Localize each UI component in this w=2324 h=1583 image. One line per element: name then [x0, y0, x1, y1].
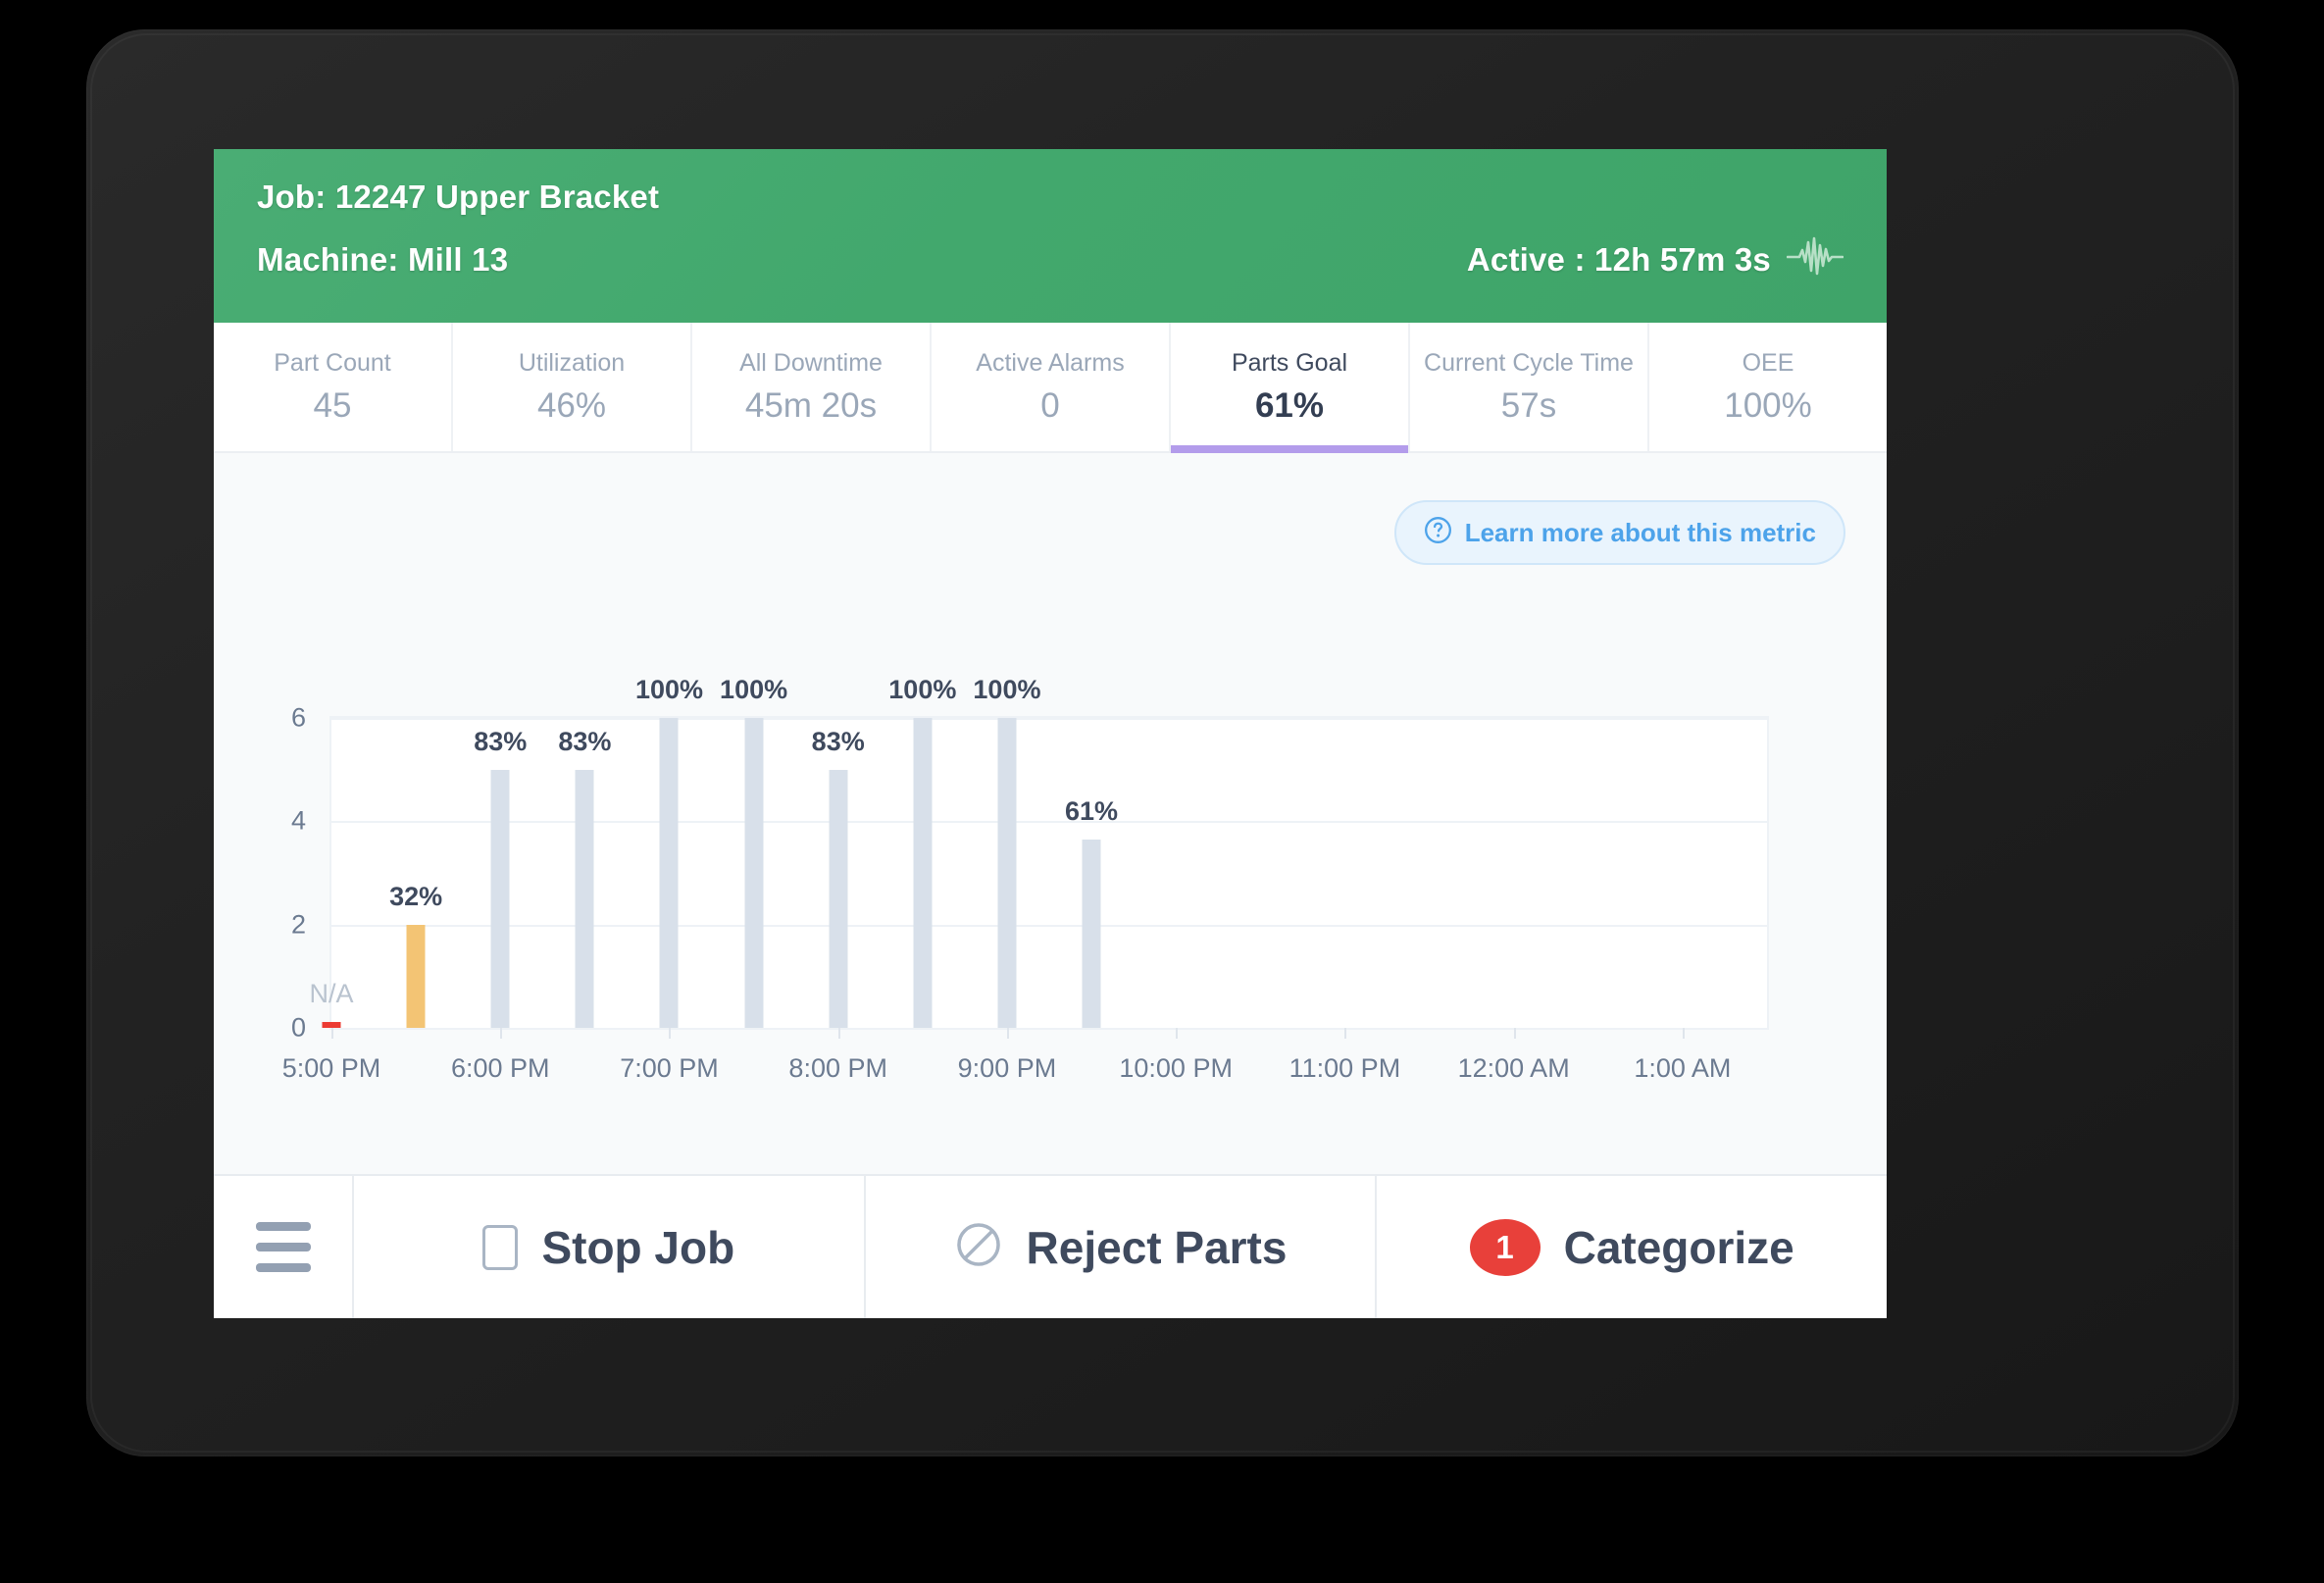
metric-tab-part-count[interactable]: Part Count 45	[214, 323, 453, 451]
y-axis-tick-label: 0	[290, 1012, 306, 1043]
job-title: Job: 12247 Upper Bracket	[257, 179, 660, 215]
metric-tab-value: 61%	[1254, 385, 1325, 425]
chart-bar-value-label: 61%	[1065, 795, 1119, 826]
categorize-count-badge: 1	[1469, 1218, 1541, 1276]
x-axis-tick-label: 7:00 PM	[620, 1053, 719, 1083]
chart-gridline	[331, 924, 1767, 927]
chart-bar[interactable]	[829, 769, 848, 1028]
metric-tab-label: All Downtime	[739, 348, 883, 377]
chart-bar[interactable]	[1082, 839, 1101, 1028]
metric-tab-current-cycle-time[interactable]: Current Cycle Time 57s	[1410, 323, 1649, 451]
chart-bar-value-label: 83%	[811, 726, 865, 756]
chart-bar-value-label: 32%	[389, 881, 443, 911]
question-circle-icon	[1424, 516, 1452, 549]
y-axis-tick-label: 4	[290, 805, 306, 836]
x-axis-tick-label: 5:00 PM	[281, 1053, 381, 1083]
chart-bar[interactable]	[406, 924, 426, 1028]
x-axis-tick-mark	[837, 1028, 840, 1039]
x-axis-tick-mark	[1176, 1028, 1179, 1039]
x-axis-tick-mark	[1344, 1028, 1347, 1039]
app-screen: Job: 12247 Upper Bracket Machine: Mill 1…	[214, 149, 1887, 1318]
waveform-pulse-icon	[1786, 236, 1844, 282]
metric-tab-value: 0	[1040, 385, 1060, 425]
metric-tab-value: 45m 20s	[744, 385, 878, 425]
active-status-group: Active : 12h 57m 3s	[1467, 236, 1844, 282]
chart-bar[interactable]	[322, 1022, 341, 1028]
metric-tabs[interactable]: Part Count 45 Utilization 46% All Downtime 45…	[214, 323, 1887, 453]
chart-bar[interactable]	[744, 718, 764, 1028]
x-axis-tick-label: 9:00 PM	[957, 1053, 1057, 1083]
x-axis-tick-mark	[331, 1028, 333, 1039]
no-entry-icon	[954, 1220, 1003, 1274]
header-row-machine: Machine: Mill 13 Active : 12h 57m 3s	[257, 236, 1844, 282]
metric-tab-value: 57s	[1500, 385, 1557, 425]
x-axis-tick-mark	[500, 1028, 503, 1039]
metric-tab-all-downtime[interactable]: All Downtime 45m 20s	[692, 323, 932, 451]
stop-job-button[interactable]: Stop Job	[354, 1176, 866, 1318]
action-button-label: Categorize	[1563, 1221, 1794, 1273]
chart-bar[interactable]	[997, 718, 1017, 1028]
metric-tab-utilization[interactable]: Utilization 46%	[453, 323, 692, 451]
metric-tab-active-alarms[interactable]: Active Alarms 0	[932, 323, 1171, 451]
action-button-label: Stop Job	[541, 1221, 735, 1273]
chart-gridline	[331, 821, 1767, 824]
learn-more-button[interactable]: Learn more about this metric	[1393, 500, 1845, 565]
metric-tab-oee[interactable]: OEE 100%	[1649, 323, 1887, 451]
metric-tab-label: Part Count	[274, 348, 391, 377]
x-axis-tick-label: 8:00 PM	[788, 1053, 887, 1083]
metric-tab-label: Current Cycle Time	[1424, 348, 1634, 377]
x-axis-tick-mark	[1682, 1028, 1685, 1039]
x-axis-tick-label: 12:00 AM	[1457, 1053, 1570, 1083]
metric-tab-label: Active Alarms	[976, 348, 1125, 377]
x-axis-tick-label: 6:00 PM	[450, 1053, 550, 1083]
x-axis-tick-label: 11:00 PM	[1288, 1053, 1401, 1083]
x-axis-tick-label: 1:00 AM	[1634, 1053, 1732, 1083]
metric-tab-parts-goal[interactable]: Parts Goal 61%	[1171, 323, 1410, 453]
learn-more-label: Learn more about this metric	[1464, 517, 1816, 547]
reject-parts-button[interactable]: Reject Parts	[866, 1176, 1378, 1318]
x-axis-tick-mark	[1006, 1028, 1009, 1039]
action-button-label: Reject Parts	[1026, 1221, 1288, 1273]
y-axis-tick-label: 2	[290, 909, 306, 940]
x-axis-tick-mark	[669, 1028, 672, 1039]
chart-bar[interactable]	[913, 718, 933, 1028]
chart-plot-area: 0 2 4 6 5:00 PM 6:00 PM 7:00 PM 8:00 PM 9:00 PM 1…	[282, 675, 1769, 1083]
chart-gridline	[331, 718, 1767, 720]
chart-bar-value-label: 100%	[888, 675, 957, 704]
metric-tab-label: OEE	[1742, 348, 1794, 377]
metric-tab-label: Utilization	[518, 348, 626, 377]
y-axis-tick-label: 6	[290, 702, 306, 733]
x-axis-tick-mark	[1513, 1028, 1516, 1039]
action-bar: Stop Job Reject Parts 1 Categorize	[214, 1176, 1887, 1318]
x-axis-tick-label: 10:00 PM	[1119, 1053, 1233, 1083]
chart-bar-value-label: 100%	[973, 675, 1041, 704]
metric-tab-value: 100%	[1724, 385, 1812, 425]
stop-square-icon	[482, 1224, 519, 1270]
chart-panel: Learn more about this metric 0 2 4 6 5:00 PM…	[214, 453, 1887, 1176]
metric-tab-label: Parts Goal	[1231, 348, 1348, 377]
categorize-button[interactable]: 1 Categorize	[1377, 1176, 1887, 1318]
active-status-text: Active : 12h 57m 3s	[1466, 240, 1771, 278]
chart-bar[interactable]	[659, 718, 679, 1028]
hamburger-menu-button[interactable]	[214, 1176, 354, 1318]
chart-bar-value-label: 83%	[474, 726, 528, 756]
chart-bar-value-label: 100%	[634, 675, 703, 704]
machine-title: Machine: Mill 13	[257, 240, 509, 278]
hamburger-menu-icon	[255, 1222, 311, 1272]
chart-bar-value-label: 83%	[558, 726, 612, 756]
chart-bar-value-label: N/A	[309, 979, 354, 1008]
metric-tab-value: 46%	[536, 385, 607, 425]
header-row-job: Job: 12247 Upper Bracket	[257, 179, 1844, 216]
metric-tab-value: 45	[313, 385, 352, 425]
chart-bar[interactable]	[490, 769, 510, 1028]
chart-bar-value-label: 100%	[720, 675, 788, 704]
status-header: Job: 12247 Upper Bracket Machine: Mill 1…	[214, 149, 1887, 323]
chart-bar[interactable]	[575, 769, 594, 1028]
